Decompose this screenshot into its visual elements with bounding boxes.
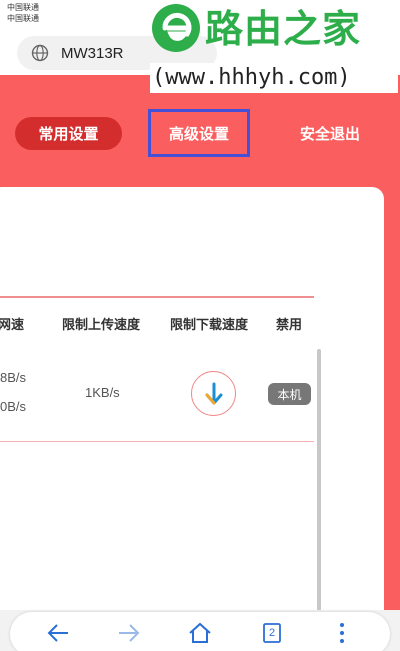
- back-icon: [47, 624, 68, 642]
- tab-secure-logout[interactable]: 安全退出: [280, 117, 380, 150]
- back-button[interactable]: [45, 620, 71, 646]
- watermark-title: 路由之家: [205, 7, 362, 51]
- column-header-disable: 禁用: [276, 318, 303, 333]
- forward-button[interactable]: [116, 620, 142, 646]
- upload-limit-value: 1KB/s: [85, 385, 120, 400]
- download-arrow-icon: [205, 382, 222, 404]
- carrier-label: 中国联通: [7, 14, 39, 23]
- home-button[interactable]: [187, 620, 213, 646]
- content-card: [0, 187, 384, 627]
- watermark-url: (www.hhhyh.com): [152, 65, 351, 90]
- globe-icon: [31, 44, 49, 62]
- speed-upload-value: 8B/s: [0, 370, 27, 385]
- speed-download-value: 0B/s: [0, 399, 27, 414]
- column-header-upload-limit: 限制上传速度: [62, 318, 141, 333]
- home-icon: [189, 622, 211, 643]
- tab-count: 2: [268, 627, 276, 639]
- tabs-button[interactable]: 2: [259, 620, 285, 646]
- device-badge: 本机: [268, 383, 311, 405]
- scrollbar[interactable]: [317, 349, 321, 611]
- more-button[interactable]: [329, 620, 355, 646]
- carrier-label: 中国联通: [7, 3, 39, 12]
- download-limit-button[interactable]: [191, 371, 236, 416]
- tab-common-settings[interactable]: 常用设置: [15, 117, 122, 150]
- table-row-divider: [0, 441, 314, 442]
- column-header-speed: 网速: [0, 318, 25, 333]
- table-header-divider: [0, 296, 314, 298]
- status-bar: 中国联通 中国联通: [7, 2, 39, 24]
- watermark-logo: [152, 4, 200, 52]
- forward-icon: [119, 624, 140, 642]
- address-url: MW313R: [61, 44, 124, 62]
- column-header-download-limit: 限制下载速度: [170, 318, 249, 333]
- tab-advanced-settings[interactable]: 高级设置: [148, 109, 250, 157]
- more-icon: [340, 623, 344, 643]
